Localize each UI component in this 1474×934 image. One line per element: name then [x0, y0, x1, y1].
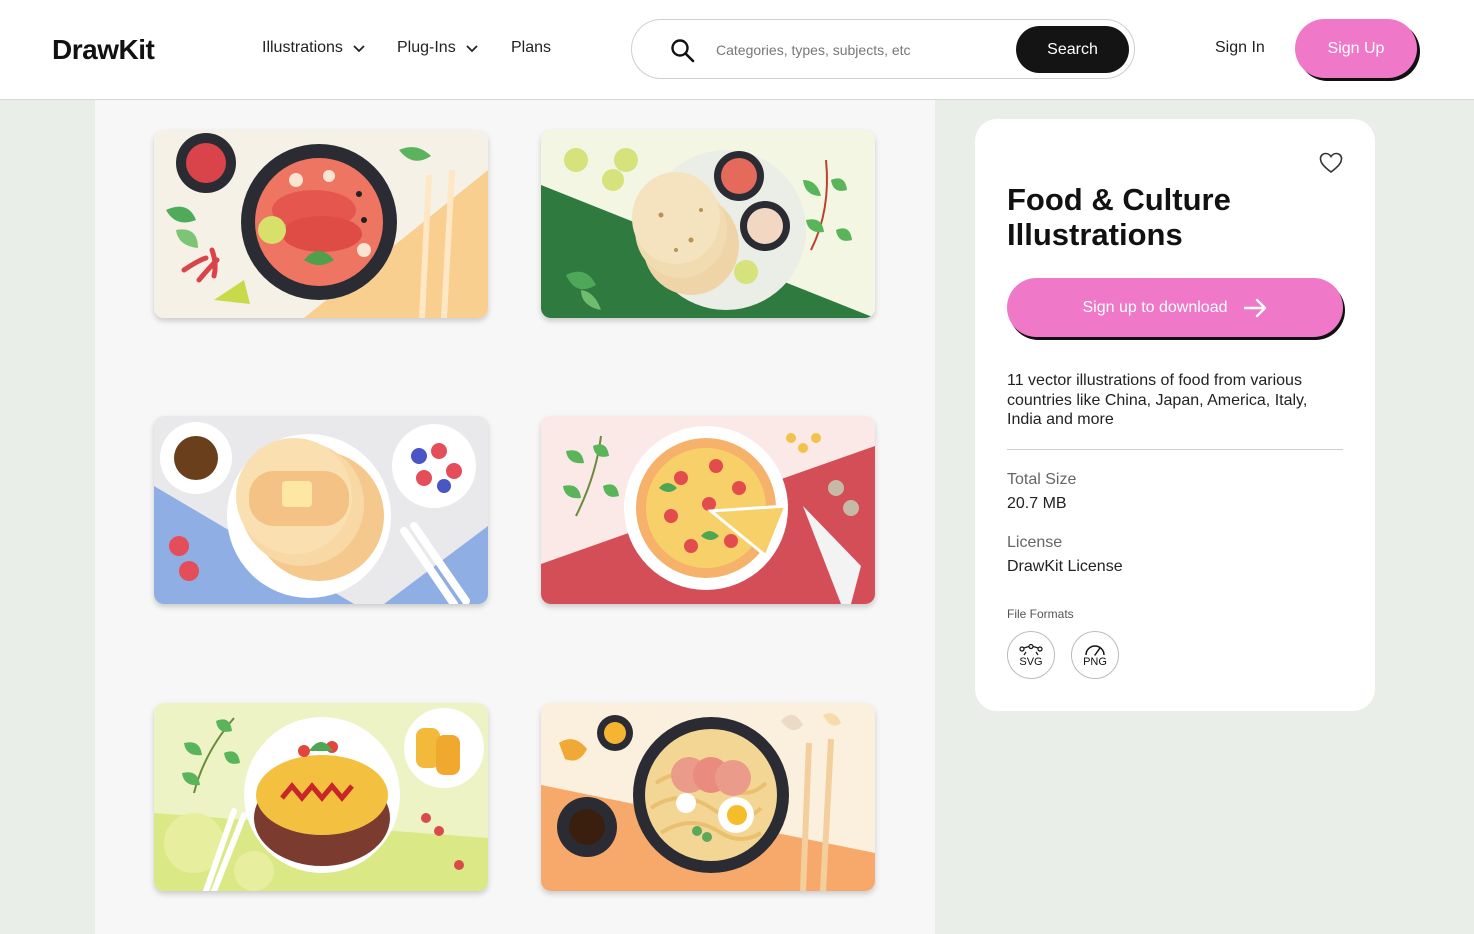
format-badge-png: PNG	[1071, 631, 1119, 679]
arrow-right-icon	[1243, 298, 1266, 317]
nav-illustrations[interactable]: Illustrations	[262, 39, 366, 57]
license-label: License	[1007, 534, 1063, 551]
illustration-card-omurice[interactable]	[154, 703, 488, 891]
search-button[interactable]: Search	[1016, 26, 1129, 73]
illustration-card-ramen[interactable]	[541, 703, 875, 891]
pack-description: 11 vector illustrations of food from var…	[1007, 372, 1308, 428]
download-button-label: Sign up to download	[1082, 298, 1228, 316]
illustration-gallery	[95, 100, 935, 934]
shrimp-curry-illustration	[154, 130, 488, 318]
illustration-card-pancakes[interactable]	[154, 416, 488, 604]
sign-in-link[interactable]: Sign In	[1215, 39, 1265, 57]
search-bar: Search	[631, 19, 1135, 79]
omurice-illustration	[154, 703, 488, 891]
search-icon	[671, 39, 695, 63]
nav-illustrations-label: Illustrations	[262, 39, 343, 56]
top-header: DrawKit Illustrations Plug-Ins Plans Sea…	[0, 0, 1474, 100]
format-png-label: PNG	[1083, 655, 1107, 668]
search-input[interactable]	[716, 38, 996, 62]
gauge-icon	[1085, 644, 1105, 656]
nav-plug-ins[interactable]: Plug-Ins	[397, 39, 479, 57]
drawkit-logo[interactable]: DrawKit	[52, 34, 155, 66]
pizza-illustration	[541, 416, 875, 604]
nav-plans[interactable]: Plans	[511, 39, 551, 57]
heart-icon[interactable]	[1319, 152, 1343, 174]
flatbread-illustration	[541, 130, 875, 318]
illustration-card-pizza[interactable]	[541, 416, 875, 604]
nav-plug-ins-label: Plug-Ins	[397, 39, 456, 56]
divider	[1007, 449, 1343, 450]
format-badge-svg: SVG	[1007, 631, 1055, 679]
total-size-value: 20.7 MB	[1007, 495, 1067, 512]
page-title: Food & Culture Illustrations	[1007, 182, 1231, 252]
format-svg-label: SVG	[1019, 655, 1043, 668]
pancakes-illustration	[154, 416, 488, 604]
file-formats-label: File Formats	[1007, 607, 1074, 621]
sign-up-to-download-button[interactable]: Sign up to download	[1007, 278, 1343, 337]
license-value: DrawKit License	[1007, 558, 1123, 575]
illustration-details-panel: Food & Culture Illustrations Sign up to …	[975, 119, 1375, 711]
ramen-illustration	[541, 703, 875, 891]
total-size-label: Total Size	[1007, 471, 1077, 488]
illustration-card-flatbread[interactable]	[541, 130, 875, 318]
illustration-card-shrimp-curry[interactable]	[154, 130, 488, 318]
sign-up-button[interactable]: Sign Up	[1295, 19, 1417, 78]
nav-plans-label: Plans	[511, 39, 552, 56]
chevron-down-icon	[466, 45, 478, 53]
chevron-down-icon	[353, 45, 365, 53]
vector-path-icon	[1019, 643, 1043, 655]
